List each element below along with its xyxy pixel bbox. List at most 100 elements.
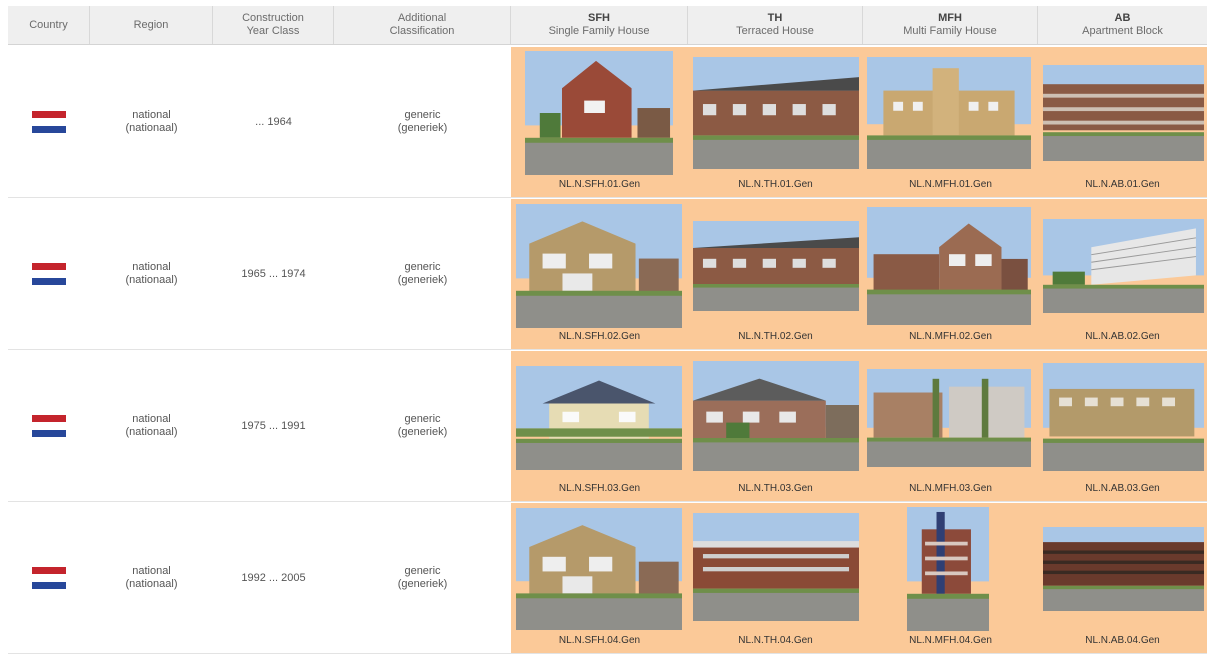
building-type-cell[interactable]: NL.N.SFH.01.Gen: [511, 47, 688, 197]
building-type-cell[interactable]: NL.N.MFH.03.Gen: [863, 351, 1038, 501]
building-type-cell[interactable]: NL.N.MFH.02.Gen: [863, 199, 1038, 349]
building-photo[interactable]: [907, 507, 989, 631]
classification-label-local: (generiek): [397, 122, 448, 134]
building-type-cell[interactable]: NL.N.MFH.04.Gen: [863, 503, 1038, 653]
building-type-cell[interactable]: NL.N.MFH.01.Gen: [863, 47, 1038, 197]
netherlands-flag-icon: [32, 111, 66, 133]
header-additional-classification: Additional Classification: [334, 6, 511, 44]
flag-stripe-white: [32, 574, 66, 582]
building-code-label: NL.N.SFH.01.Gen: [558, 179, 641, 190]
flag-stripe-red: [32, 111, 66, 119]
building-code-label: NL.N.MFH.03.Gen: [909, 483, 992, 494]
building-type-cell[interactable]: NL.N.AB.03.Gen: [1038, 351, 1207, 501]
building-type-cell[interactable]: NL.N.TH.01.Gen: [688, 47, 863, 197]
building-photo[interactable]: [867, 57, 1031, 169]
typology-table: Country Region Construction Year Class A…: [0, 0, 1207, 654]
header-th: TH Terraced House: [688, 6, 863, 44]
building-code-label: NL.N.TH.02.Gen: [738, 331, 813, 342]
building-photo[interactable]: [693, 361, 859, 471]
year-class-label: ... 1964: [255, 115, 292, 128]
building-images: NL.N.SFH.03.Gen NL.N.TH.03.Gen NL.N.MFH.03…: [511, 351, 1207, 501]
building-type-cell[interactable]: NL.N.SFH.03.Gen: [511, 351, 688, 501]
building-photo[interactable]: [516, 204, 682, 328]
building-code-label: NL.N.SFH.04.Gen: [558, 635, 641, 646]
building-photo[interactable]: [1043, 65, 1204, 161]
classification-text: generic (generiek): [398, 413, 448, 439]
building-photo[interactable]: [1043, 363, 1204, 471]
region-label-local: (nationaal): [125, 274, 178, 286]
classification-text: generic (generiek): [398, 565, 448, 591]
building-photo[interactable]: [525, 51, 673, 175]
building-photo[interactable]: [693, 513, 859, 621]
region-text: national (nationaal): [126, 565, 178, 591]
region-cell: national (nationaal): [90, 503, 213, 653]
building-code-label: NL.N.TH.01.Gen: [738, 179, 813, 190]
region-cell: national (nationaal): [90, 199, 213, 349]
flag-stripe-blue: [32, 125, 66, 133]
table-row: national (nationaal) 1975 ... 1991 generic(…: [8, 351, 1207, 502]
header-class-line1: Additional: [397, 12, 447, 24]
year-class-label: 1975 ... 1991: [241, 419, 306, 432]
building-images: NL.N.SFH.02.Gen NL.N.TH.02.Gen NL.N.MFH.02…: [511, 199, 1207, 349]
flag-stripe-white: [32, 270, 66, 278]
netherlands-flag-icon: [32, 567, 66, 589]
flag-stripe-blue: [32, 429, 66, 437]
header-th-abbr: TH: [767, 12, 783, 24]
building-type-cell[interactable]: NL.N.AB.04.Gen: [1038, 503, 1207, 653]
region-label: national: [132, 413, 171, 425]
building-code-label: NL.N.MFH.02.Gen: [909, 331, 992, 342]
country-cell: [8, 199, 90, 349]
flag-stripe-red: [32, 415, 66, 423]
country-cell: [8, 351, 90, 501]
year-class-label: 1992 ... 2005: [241, 571, 306, 584]
building-type-cell[interactable]: NL.N.TH.03.Gen: [688, 351, 863, 501]
region-text: national (nationaal): [126, 109, 178, 135]
building-photo[interactable]: [867, 207, 1031, 325]
building-photo[interactable]: [1043, 527, 1204, 611]
building-photo[interactable]: [693, 221, 859, 311]
classification-label: generic: [404, 565, 441, 577]
building-code-label: NL.N.SFH.02.Gen: [558, 331, 641, 342]
building-photo[interactable]: [516, 508, 682, 630]
building-type-cell[interactable]: NL.N.SFH.02.Gen: [511, 199, 688, 349]
building-photo[interactable]: [867, 369, 1031, 467]
building-type-cell[interactable]: NL.N.AB.01.Gen: [1038, 47, 1207, 197]
header-year-line2: Year Class: [246, 25, 300, 37]
header-sfh-abbr: SFH: [588, 12, 610, 24]
header-mfh: MFH Multi Family House: [863, 6, 1038, 44]
building-type-cell[interactable]: NL.N.SFH.04.Gen: [511, 503, 688, 653]
region-text: national (nationaal): [126, 261, 178, 287]
classification-label: generic: [404, 413, 441, 425]
country-cell: [8, 503, 90, 653]
building-code-label: NL.N.TH.03.Gen: [738, 483, 813, 494]
header-country-label: Country: [29, 18, 68, 31]
region-label-local: (nationaal): [125, 578, 178, 590]
table-header: Country Region Construction Year Class A…: [8, 6, 1207, 45]
building-code-label: NL.N.MFH.01.Gen: [909, 179, 992, 190]
year-class-cell: 1992 ... 2005: [213, 503, 334, 653]
header-sfh: SFH Single Family House: [511, 6, 688, 44]
building-type-cell[interactable]: NL.N.AB.02.Gen: [1038, 199, 1207, 349]
header-class-line2: Classification: [389, 25, 455, 37]
building-photo[interactable]: [1043, 219, 1204, 313]
flag-stripe-blue: [32, 581, 66, 589]
building-photo[interactable]: [516, 366, 682, 470]
header-th-name: Terraced House: [736, 25, 814, 37]
building-code-label: NL.N.AB.02.Gen: [1085, 331, 1160, 342]
classification-label: generic: [404, 109, 441, 121]
building-type-cell[interactable]: NL.N.TH.02.Gen: [688, 199, 863, 349]
header-sfh-name: Single Family House: [548, 25, 650, 37]
region-cell: national (nationaal): [90, 47, 213, 197]
classification-cell: generic (generiek): [334, 351, 511, 501]
building-photo[interactable]: [693, 57, 859, 169]
building-code-label: NL.N.AB.04.Gen: [1085, 635, 1160, 646]
building-code-label: NL.N.TH.04.Gen: [738, 635, 813, 646]
region-label-local: (nationaal): [125, 426, 178, 438]
table-row: national (nationaal) ... 1964 generic (gener…: [8, 47, 1207, 198]
building-code-label: NL.N.MFH.04.Gen: [909, 635, 992, 646]
flag-stripe-red: [32, 567, 66, 575]
classification-label-local: (generiek): [397, 274, 448, 286]
building-type-cell[interactable]: NL.N.TH.04.Gen: [688, 503, 863, 653]
header-ab: AB Apartment Block: [1038, 6, 1207, 44]
classification-cell: generic (generiek): [334, 47, 511, 197]
